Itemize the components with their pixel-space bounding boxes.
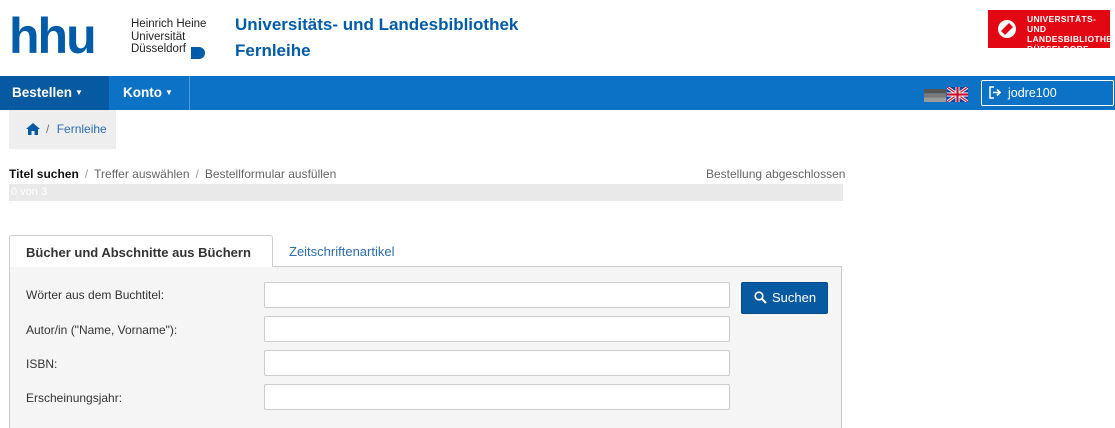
- step-fill-form: Bestellformular ausfüllen: [204, 167, 337, 181]
- nav-konto-menu[interactable]: Konto ▼: [110, 76, 190, 110]
- caret-down-icon: ▼: [75, 88, 83, 97]
- library-title[interactable]: Universitäts- und Landesbibliothek: [235, 15, 518, 35]
- tab-journal-articles[interactable]: Zeitschriftenartikel: [289, 244, 394, 259]
- search-icon: [754, 291, 767, 304]
- logout-icon: [989, 86, 1002, 99]
- step-select-hits: Treffer auswählen: [94, 167, 190, 181]
- step-order-complete: Bestellung abgeschlossen: [706, 167, 846, 181]
- ulb-logo-icon: [998, 20, 1016, 38]
- service-title[interactable]: Fernleihe: [235, 41, 311, 61]
- label-author: Autor/in ("Name, Vorname"):: [26, 323, 178, 337]
- label-year: Erscheinungsjahr:: [26, 391, 123, 405]
- breadcrumb: / Fernleihe: [9, 110, 116, 149]
- author-input[interactable]: [264, 316, 730, 342]
- breadcrumb-separator: /: [46, 122, 50, 136]
- logout-button[interactable]: jodre100 abmelden: [981, 80, 1114, 124]
- label-isbn: ISBN:: [26, 357, 58, 371]
- search-form: Wörter aus dem Buchtitel: Autor/in ("Nam…: [9, 266, 842, 428]
- hhu-logo[interactable]: hhu: [9, 11, 97, 61]
- nav-bestellen-menu[interactable]: Bestellen ▼: [0, 76, 109, 110]
- year-input[interactable]: [264, 384, 730, 410]
- page-header: hhu Heinrich Heine Universität Düsseldor…: [0, 0, 1115, 76]
- progress-bar: 0 von 3: [9, 184, 843, 201]
- caret-down-icon: ▼: [164, 88, 173, 97]
- german-flag-icon[interactable]: [924, 89, 946, 102]
- order-steps: Titel suchen / Treffer auswählen / Bestellfo…: [9, 167, 337, 181]
- label-book-title: Wörter aus dem Buchtitel:: [26, 288, 165, 302]
- home-icon[interactable]: [26, 123, 40, 135]
- breadcrumb-fernleihe[interactable]: Fernleihe: [57, 122, 107, 136]
- book-title-input[interactable]: [264, 282, 730, 308]
- step-title-search: Titel suchen: [9, 167, 79, 181]
- progress-label: 0 von 3: [11, 186, 48, 198]
- tab-books[interactable]: Bücher und Abschnitte aus Büchern: [9, 235, 273, 267]
- uk-flag-icon[interactable]: [947, 87, 968, 102]
- ulb-logo[interactable]: UNIVERSITÄTS- UND LANDESBIBLIOTHEK DÜSSE…: [988, 10, 1115, 54]
- isbn-input[interactable]: [264, 350, 730, 376]
- hhu-logo-mark: [191, 47, 205, 59]
- search-button[interactable]: Suchen: [741, 282, 828, 314]
